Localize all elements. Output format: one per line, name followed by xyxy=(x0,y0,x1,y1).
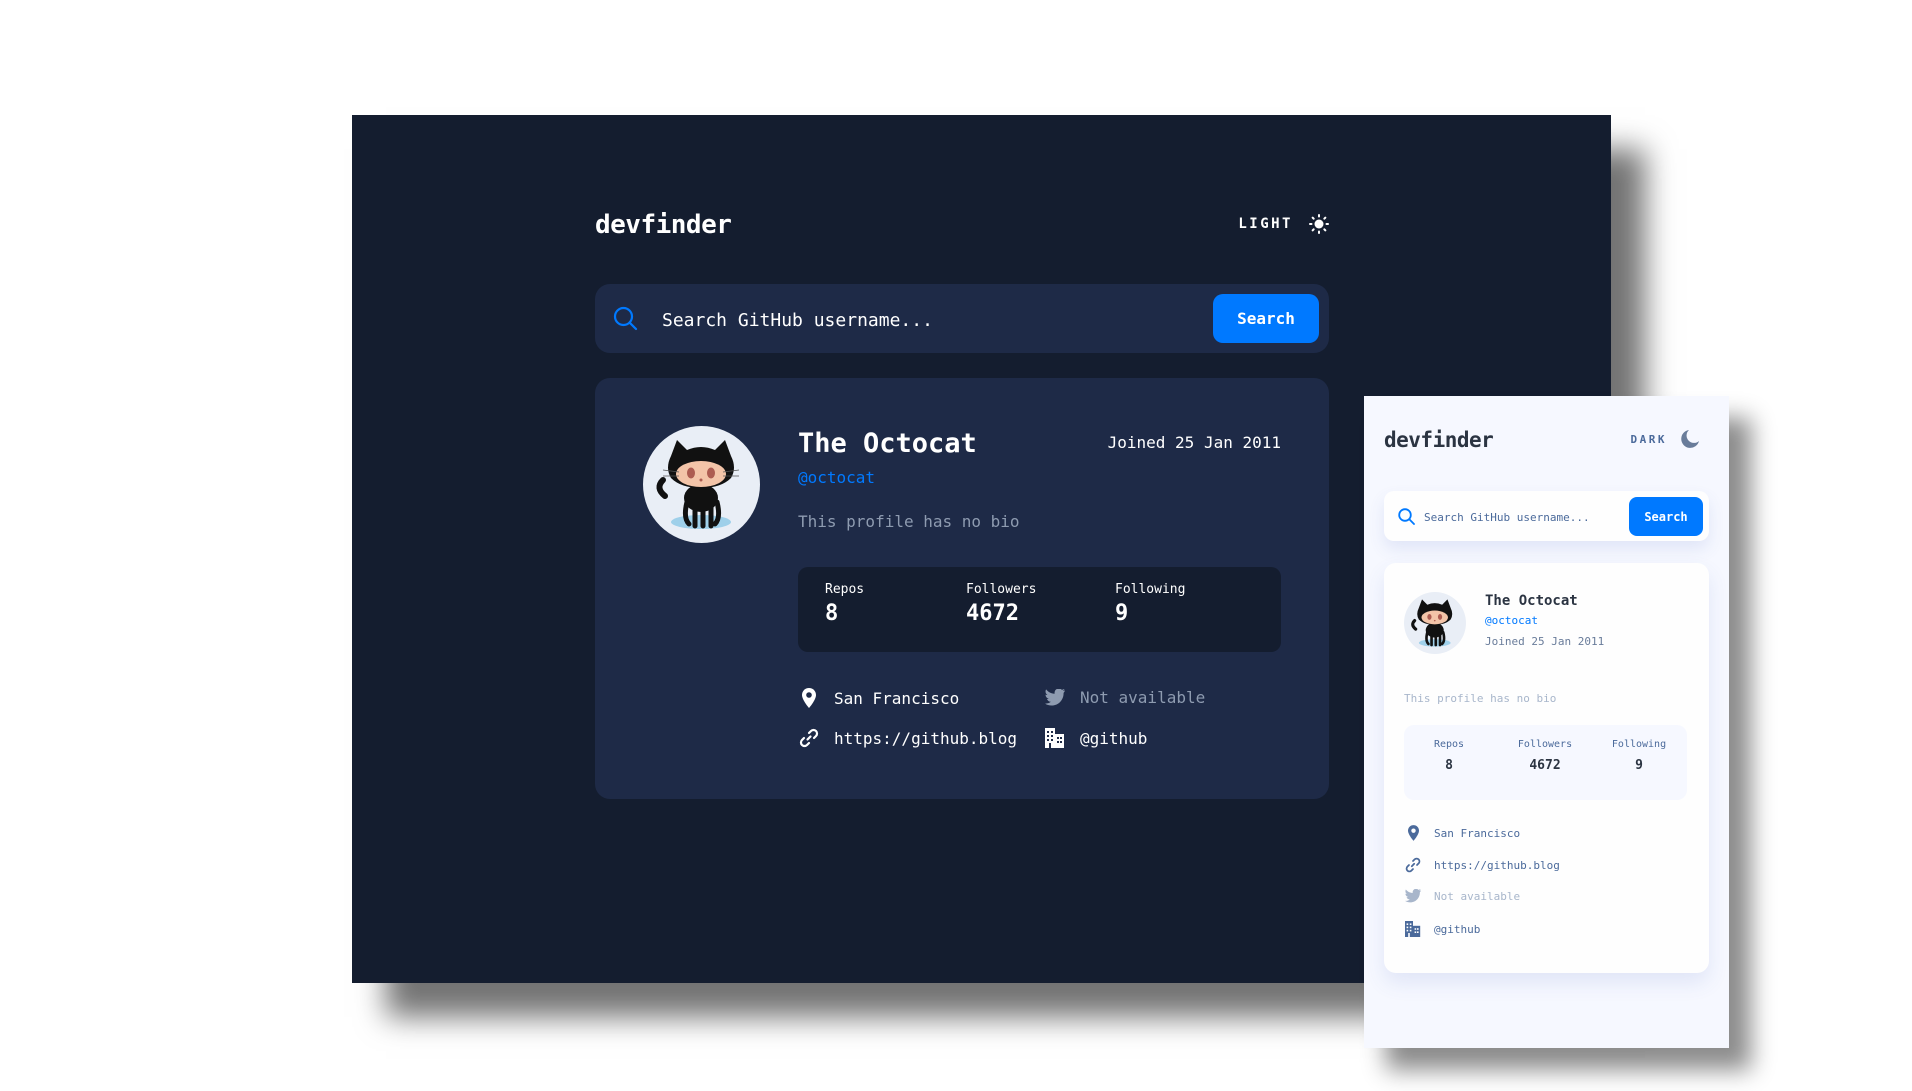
stat-label: Followers xyxy=(966,582,1037,597)
theme-toggle[interactable]: LIGHT xyxy=(1238,214,1329,234)
stat-repos: Repos 8 xyxy=(1404,739,1494,773)
website-item[interactable]: https://github.blog xyxy=(1404,857,1560,873)
stats-panel: Repos 8 Followers 4672 Following 9 xyxy=(798,567,1281,652)
company-item: @github xyxy=(1044,728,1147,748)
mobile-light-preview: devfinder DARK Search GitHub username...… xyxy=(1364,396,1729,1048)
link-icon xyxy=(798,728,820,748)
profile-bio: This profile has no bio xyxy=(1404,692,1557,705)
search-bar: Search xyxy=(595,284,1329,353)
stat-label: Repos xyxy=(1433,739,1465,750)
avatar xyxy=(643,426,760,543)
location-item: San Francisco xyxy=(1404,825,1520,841)
stat-label: Repos xyxy=(825,582,865,597)
search-button[interactable]: Search xyxy=(1629,497,1703,536)
joined-date: Joined 25 Jan 2011 xyxy=(1485,635,1605,648)
website-item[interactable]: https://github.blog xyxy=(798,728,1017,748)
stat-value: 4672 xyxy=(966,601,1019,626)
stat-following: Following 9 xyxy=(1594,739,1684,773)
twitter-item: Not available xyxy=(1404,889,1520,903)
building-icon xyxy=(1044,728,1066,748)
profile-bio: This profile has no bio xyxy=(798,512,1020,531)
search-input[interactable] xyxy=(1422,504,1616,530)
stat-repos: Repos 8 xyxy=(825,582,864,626)
profile-name: The Octocat xyxy=(1485,593,1578,609)
stat-label: Following xyxy=(1611,739,1667,750)
search-button[interactable]: Search xyxy=(1213,294,1319,343)
location-text: San Francisco xyxy=(834,688,960,708)
stat-value: 9 xyxy=(1115,601,1129,626)
search-bar: Search xyxy=(1384,491,1709,541)
twitter-text: Not available xyxy=(1434,889,1521,903)
search-icon xyxy=(613,306,638,331)
link-icon xyxy=(1404,857,1422,873)
profile-name: The Octocat xyxy=(798,428,977,459)
profile-login-link[interactable]: @octocat xyxy=(1485,614,1538,627)
twitter-item: Not available xyxy=(1044,688,1205,707)
profile-login-link[interactable]: @octocat xyxy=(798,468,875,487)
twitter-icon xyxy=(1404,889,1422,903)
theme-toggle-label: LIGHT xyxy=(1238,216,1293,232)
location-text: San Francisco xyxy=(1434,826,1521,840)
stats-panel: Repos 8 Followers 4672 Following 9 xyxy=(1404,725,1687,800)
location-item: San Francisco xyxy=(798,688,959,708)
theme-toggle-label: DARK xyxy=(1630,432,1667,446)
app-logo: devfinder xyxy=(1384,428,1494,452)
stat-following: Following 9 xyxy=(1115,582,1185,626)
app-header: devfinder LIGHT xyxy=(595,210,1329,250)
stat-followers: Followers 4672 xyxy=(1500,739,1590,773)
profile-card: The Octocat Joined 25 Jan 2011 @octocat … xyxy=(595,378,1329,799)
joined-date: Joined 25 Jan 2011 xyxy=(1107,433,1281,452)
company-text: @github xyxy=(1434,922,1481,936)
stat-value: 8 xyxy=(1445,758,1453,773)
website-text: https://github.blog xyxy=(1434,858,1560,872)
location-pin-icon xyxy=(1404,825,1422,841)
avatar xyxy=(1404,592,1466,654)
website-text: https://github.blog xyxy=(834,728,1018,748)
company-text: @github xyxy=(1080,728,1148,748)
search-input[interactable] xyxy=(660,300,1224,340)
location-pin-icon xyxy=(798,688,820,708)
stat-value: 8 xyxy=(825,601,839,626)
sun-icon xyxy=(1309,214,1329,234)
twitter-text: Not available xyxy=(1080,688,1206,707)
company-item: @github xyxy=(1404,921,1480,937)
search-icon xyxy=(1398,508,1415,525)
profile-card: The Octocat @octocat Joined 25 Jan 2011 … xyxy=(1384,563,1709,973)
building-icon xyxy=(1404,921,1422,937)
stat-value: 9 xyxy=(1635,758,1643,773)
stat-label: Followers xyxy=(1517,739,1573,750)
theme-toggle[interactable]: DARK xyxy=(1630,430,1699,448)
stat-value: 4672 xyxy=(1529,758,1561,773)
twitter-icon xyxy=(1044,689,1066,706)
app-logo: devfinder xyxy=(595,210,732,240)
moon-icon xyxy=(1681,430,1699,448)
stat-followers: Followers 4672 xyxy=(966,582,1036,626)
stat-label: Following xyxy=(1115,582,1186,597)
